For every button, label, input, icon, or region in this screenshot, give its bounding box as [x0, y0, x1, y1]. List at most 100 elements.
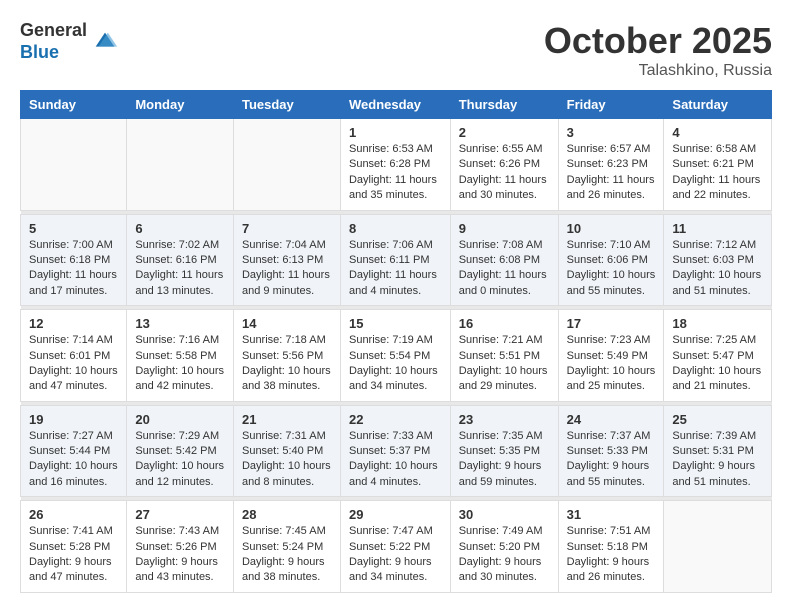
- day-number: 8: [349, 221, 442, 236]
- day-cell: 4 Sunrise: 6:58 AM Sunset: 6:21 PM Daylig…: [664, 119, 772, 211]
- day-info: Sunrise: 7:16 AM Sunset: 5:58 PM Dayligh…: [135, 333, 225, 395]
- day-cell: 19 Sunrise: 7:27 AM Sunset: 5:44 PM Dayli…: [21, 405, 127, 497]
- day-number: 15: [349, 316, 442, 331]
- day-info: Sunrise: 7:10 AM Sunset: 6:06 PM Dayligh…: [567, 238, 656, 300]
- day-cell: 15 Sunrise: 7:19 AM Sunset: 5:54 PM Dayli…: [340, 310, 450, 402]
- day-info: Sunrise: 7:00 AM Sunset: 6:18 PM Dayligh…: [29, 238, 118, 300]
- day-info: Sunrise: 7:31 AM Sunset: 5:40 PM Dayligh…: [242, 429, 332, 491]
- day-cell: 18 Sunrise: 7:25 AM Sunset: 5:47 PM Dayli…: [664, 310, 772, 402]
- day-cell: 2 Sunrise: 6:55 AM Sunset: 6:26 PM Daylig…: [450, 119, 558, 211]
- day-number: 18: [672, 316, 763, 331]
- day-info: Sunrise: 6:57 AM Sunset: 6:23 PM Dayligh…: [567, 142, 656, 204]
- header-saturday: Saturday: [664, 91, 772, 119]
- day-cell: 31Sunrise: 7:51 AM Sunset: 5:18 PM Dayli…: [558, 501, 664, 593]
- day-number: 5: [29, 221, 118, 236]
- day-cell: [664, 501, 772, 593]
- day-info: Sunrise: 7:12 AM Sunset: 6:03 PM Dayligh…: [672, 238, 763, 300]
- day-number: 28: [242, 507, 332, 522]
- day-cell: 5 Sunrise: 7:00 AM Sunset: 6:18 PM Daylig…: [21, 214, 127, 306]
- day-cell: 28 Sunrise: 7:45 AM Sunset: 5:24 PM Dayli…: [233, 501, 340, 593]
- day-number: 23: [459, 412, 550, 427]
- day-number: 19: [29, 412, 118, 427]
- day-info: Sunrise: 7:47 AM Sunset: 5:22 PM Dayligh…: [349, 524, 442, 586]
- day-cell: 11 Sunrise: 7:12 AM Sunset: 6:03 PM Dayli…: [664, 214, 772, 306]
- day-number: 26: [29, 507, 118, 522]
- day-cell: 6 Sunrise: 7:02 AM Sunset: 6:16 PM Daylig…: [127, 214, 234, 306]
- week-row-4: 19 Sunrise: 7:27 AM Sunset: 5:44 PM Dayli…: [21, 405, 772, 497]
- month-title: October 2025: [544, 20, 772, 62]
- location-subtitle: Talashkino, Russia: [544, 62, 772, 80]
- day-cell: 20Sunrise: 7:29 AM Sunset: 5:42 PM Dayli…: [127, 405, 234, 497]
- day-info: Sunrise: 7:43 AM Sunset: 5:26 PM Dayligh…: [135, 524, 225, 586]
- day-number: 31: [567, 507, 656, 522]
- day-info: Sunrise: 7:41 AM Sunset: 5:28 PM Dayligh…: [29, 524, 118, 586]
- day-info: Sunrise: 7:27 AM Sunset: 5:44 PM Dayligh…: [29, 429, 118, 491]
- header-friday: Friday: [558, 91, 664, 119]
- calendar-table: SundayMondayTuesdayWednesdayThursdayFrid…: [20, 90, 772, 593]
- header-sunday: Sunday: [21, 91, 127, 119]
- day-info: Sunrise: 7:02 AM Sunset: 6:16 PM Dayligh…: [135, 238, 225, 300]
- day-cell: 25 Sunrise: 7:39 AM Sunset: 5:31 PM Dayli…: [664, 405, 772, 497]
- day-cell: 12Sunrise: 7:14 AM Sunset: 6:01 PM Dayli…: [21, 310, 127, 402]
- day-cell: 14 Sunrise: 7:18 AM Sunset: 5:56 PM Dayli…: [233, 310, 340, 402]
- week-row-5: 26 Sunrise: 7:41 AM Sunset: 5:28 PM Dayli…: [21, 501, 772, 593]
- day-number: 17: [567, 316, 656, 331]
- day-info: Sunrise: 6:55 AM Sunset: 6:26 PM Dayligh…: [459, 142, 550, 204]
- header-wednesday: Wednesday: [340, 91, 450, 119]
- day-number: 7: [242, 221, 332, 236]
- day-info: Sunrise: 7:33 AM Sunset: 5:37 PM Dayligh…: [349, 429, 442, 491]
- logo-icon: [91, 28, 119, 56]
- title-section: October 2025 Talashkino, Russia: [544, 20, 772, 80]
- day-info: Sunrise: 7:45 AM Sunset: 5:24 PM Dayligh…: [242, 524, 332, 586]
- day-info: Sunrise: 7:04 AM Sunset: 6:13 PM Dayligh…: [242, 238, 332, 300]
- day-info: Sunrise: 7:08 AM Sunset: 6:08 PM Dayligh…: [459, 238, 550, 300]
- day-cell: 13Sunrise: 7:16 AM Sunset: 5:58 PM Dayli…: [127, 310, 234, 402]
- logo: General Blue: [20, 20, 119, 63]
- logo-general: General: [20, 20, 87, 42]
- day-cell: 30Sunrise: 7:49 AM Sunset: 5:20 PM Dayli…: [450, 501, 558, 593]
- day-number: 10: [567, 221, 656, 236]
- day-number: 24: [567, 412, 656, 427]
- day-info: Sunrise: 7:29 AM Sunset: 5:42 PM Dayligh…: [135, 429, 225, 491]
- day-number: 21: [242, 412, 332, 427]
- day-cell: 1Sunrise: 6:53 AM Sunset: 6:28 PM Daylig…: [340, 119, 450, 211]
- logo-blue: Blue: [20, 42, 87, 64]
- day-number: 16: [459, 316, 550, 331]
- header-monday: Monday: [127, 91, 234, 119]
- day-info: Sunrise: 7:19 AM Sunset: 5:54 PM Dayligh…: [349, 333, 442, 395]
- day-number: 12: [29, 316, 118, 331]
- day-info: Sunrise: 7:18 AM Sunset: 5:56 PM Dayligh…: [242, 333, 332, 395]
- day-cell: 24 Sunrise: 7:37 AM Sunset: 5:33 PM Dayli…: [558, 405, 664, 497]
- day-cell: 17Sunrise: 7:23 AM Sunset: 5:49 PM Dayli…: [558, 310, 664, 402]
- day-cell: [21, 119, 127, 211]
- day-cell: 21 Sunrise: 7:31 AM Sunset: 5:40 PM Dayli…: [233, 405, 340, 497]
- week-row-3: 12Sunrise: 7:14 AM Sunset: 6:01 PM Dayli…: [21, 310, 772, 402]
- day-cell: [233, 119, 340, 211]
- day-info: Sunrise: 7:37 AM Sunset: 5:33 PM Dayligh…: [567, 429, 656, 491]
- day-number: 14: [242, 316, 332, 331]
- day-cell: 23 Sunrise: 7:35 AM Sunset: 5:35 PM Dayli…: [450, 405, 558, 497]
- page-header: General Blue October 2025 Talashkino, Ru…: [20, 20, 772, 80]
- day-cell: 3 Sunrise: 6:57 AM Sunset: 6:23 PM Daylig…: [558, 119, 664, 211]
- day-info: Sunrise: 7:35 AM Sunset: 5:35 PM Dayligh…: [459, 429, 550, 491]
- day-info: Sunrise: 6:58 AM Sunset: 6:21 PM Dayligh…: [672, 142, 763, 204]
- day-cell: 22 Sunrise: 7:33 AM Sunset: 5:37 PM Dayli…: [340, 405, 450, 497]
- day-number: 25: [672, 412, 763, 427]
- day-cell: 7 Sunrise: 7:04 AM Sunset: 6:13 PM Daylig…: [233, 214, 340, 306]
- day-number: 30: [459, 507, 550, 522]
- day-info: Sunrise: 6:53 AM Sunset: 6:28 PM Dayligh…: [349, 142, 442, 204]
- day-cell: 16Sunrise: 7:21 AM Sunset: 5:51 PM Dayli…: [450, 310, 558, 402]
- day-number: 11: [672, 221, 763, 236]
- header-row: SundayMondayTuesdayWednesdayThursdayFrid…: [21, 91, 772, 119]
- day-info: Sunrise: 7:25 AM Sunset: 5:47 PM Dayligh…: [672, 333, 763, 395]
- day-number: 9: [459, 221, 550, 236]
- day-number: 4: [672, 125, 763, 140]
- day-cell: 29 Sunrise: 7:47 AM Sunset: 5:22 PM Dayli…: [340, 501, 450, 593]
- day-number: 22: [349, 412, 442, 427]
- day-number: 3: [567, 125, 656, 140]
- day-number: 29: [349, 507, 442, 522]
- day-info: Sunrise: 7:39 AM Sunset: 5:31 PM Dayligh…: [672, 429, 763, 491]
- day-number: 6: [135, 221, 225, 236]
- day-info: Sunrise: 7:06 AM Sunset: 6:11 PM Dayligh…: [349, 238, 442, 300]
- day-number: 2: [459, 125, 550, 140]
